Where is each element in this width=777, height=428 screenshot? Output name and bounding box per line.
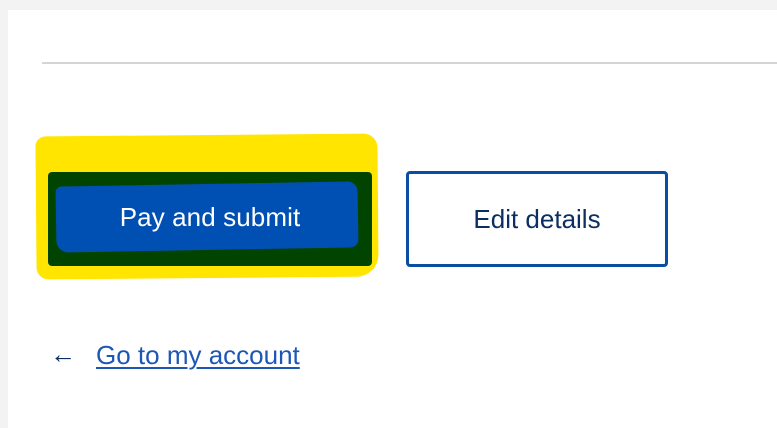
- arrow-left-icon: ←: [50, 338, 76, 369]
- content-panel: Pay and submit Edit details ← Go to my a…: [8, 10, 777, 428]
- section-divider: [42, 62, 777, 64]
- edit-details-button[interactable]: Edit details: [406, 171, 668, 267]
- pay-and-submit-button[interactable]: Pay and submit: [48, 172, 372, 266]
- go-to-my-account-label: Go to my account: [96, 340, 300, 370]
- go-to-my-account-link[interactable]: ← Go to my account: [50, 340, 300, 371]
- pay-and-submit-label: Pay and submit: [119, 201, 301, 232]
